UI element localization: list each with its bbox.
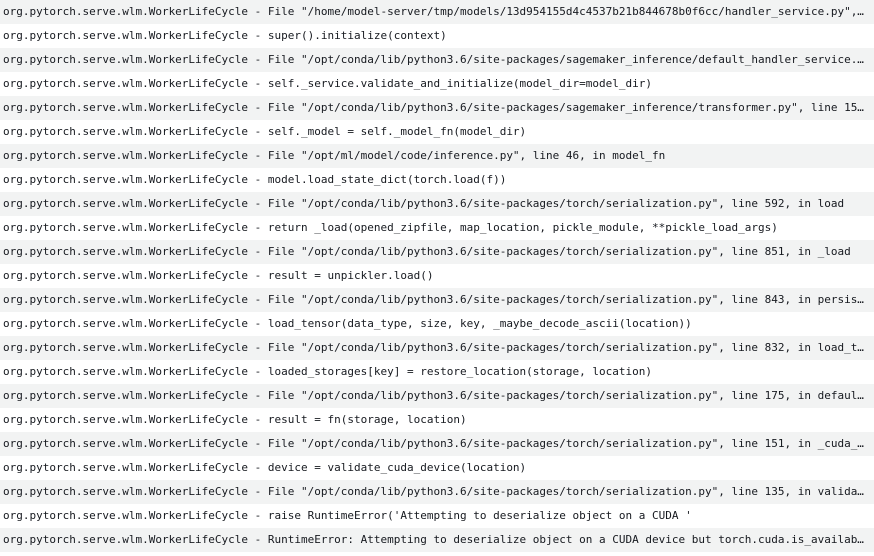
log-row[interactable]: org.pytorch.serve.wlm.WorkerLifeCycle - … [0,528,874,552]
log-row[interactable]: org.pytorch.serve.wlm.WorkerLifeCycle - … [0,0,874,24]
log-row[interactable]: org.pytorch.serve.wlm.WorkerLifeCycle - … [0,288,874,312]
log-row[interactable]: org.pytorch.serve.wlm.WorkerLifeCycle - … [0,432,874,456]
log-row[interactable]: org.pytorch.serve.wlm.WorkerLifeCycle - … [0,384,874,408]
log-events-list: org.pytorch.serve.wlm.WorkerLifeCycle - … [0,0,874,552]
log-row[interactable]: org.pytorch.serve.wlm.WorkerLifeCycle - … [0,264,874,288]
log-row[interactable]: org.pytorch.serve.wlm.WorkerLifeCycle - … [0,72,874,96]
log-row[interactable]: org.pytorch.serve.wlm.WorkerLifeCycle - … [0,96,874,120]
log-row[interactable]: org.pytorch.serve.wlm.WorkerLifeCycle - … [0,144,874,168]
log-row[interactable]: org.pytorch.serve.wlm.WorkerLifeCycle - … [0,480,874,504]
log-row[interactable]: org.pytorch.serve.wlm.WorkerLifeCycle - … [0,336,874,360]
log-row[interactable]: org.pytorch.serve.wlm.WorkerLifeCycle - … [0,24,874,48]
log-row[interactable]: org.pytorch.serve.wlm.WorkerLifeCycle - … [0,192,874,216]
log-row[interactable]: org.pytorch.serve.wlm.WorkerLifeCycle - … [0,408,874,432]
log-row[interactable]: org.pytorch.serve.wlm.WorkerLifeCycle - … [0,312,874,336]
log-row[interactable]: org.pytorch.serve.wlm.WorkerLifeCycle - … [0,504,874,528]
log-row[interactable]: org.pytorch.serve.wlm.WorkerLifeCycle - … [0,456,874,480]
log-row[interactable]: org.pytorch.serve.wlm.WorkerLifeCycle - … [0,240,874,264]
log-row[interactable]: org.pytorch.serve.wlm.WorkerLifeCycle - … [0,48,874,72]
log-row[interactable]: org.pytorch.serve.wlm.WorkerLifeCycle - … [0,168,874,192]
log-row[interactable]: org.pytorch.serve.wlm.WorkerLifeCycle - … [0,216,874,240]
log-row[interactable]: org.pytorch.serve.wlm.WorkerLifeCycle - … [0,120,874,144]
log-row[interactable]: org.pytorch.serve.wlm.WorkerLifeCycle - … [0,360,874,384]
